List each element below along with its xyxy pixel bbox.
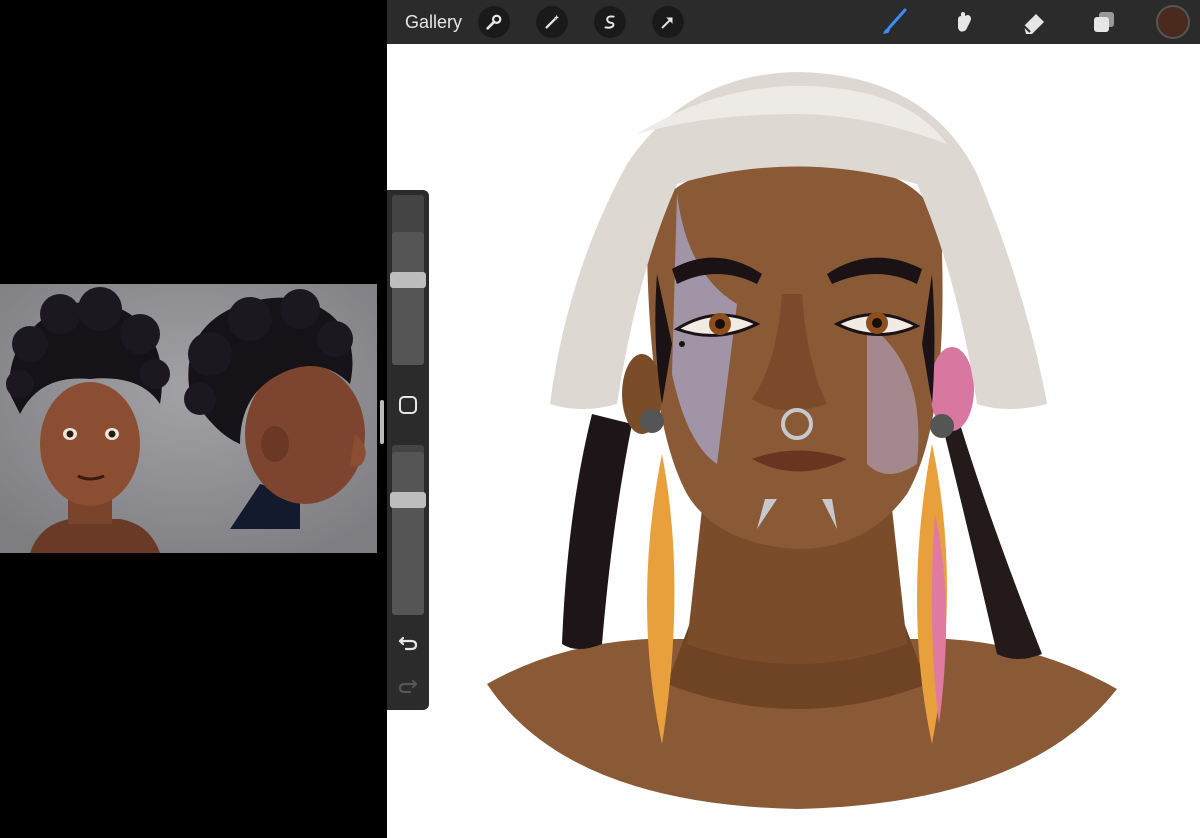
color-picker-button[interactable]	[1156, 5, 1190, 39]
brush-size-fill	[392, 232, 424, 365]
reference-image	[0, 284, 377, 553]
magic-wand-icon	[545, 14, 560, 29]
brush-icon	[883, 8, 907, 34]
adjustments-button[interactable]	[536, 6, 569, 38]
layers-button[interactable]	[1086, 4, 1122, 40]
selection-icon	[604, 15, 615, 29]
split-view-left-pane	[0, 0, 387, 838]
brush-tool-button[interactable]	[876, 4, 912, 40]
sidebar-grip-handle[interactable]	[380, 400, 384, 444]
opacity-slider[interactable]	[392, 445, 424, 615]
layers-icon	[1094, 12, 1114, 32]
actions-button[interactable]	[478, 6, 511, 38]
drawing-canvas[interactable]	[387, 44, 1200, 838]
opacity-handle[interactable]	[390, 492, 426, 508]
redo-icon	[398, 679, 418, 694]
undo-button[interactable]	[396, 630, 420, 654]
brush-size-handle[interactable]	[390, 272, 426, 288]
tool-group	[876, 0, 1200, 44]
redo-button[interactable]	[396, 673, 420, 697]
gallery-button[interactable]: Gallery	[405, 12, 462, 33]
square-icon	[399, 396, 417, 414]
smudge-icon	[958, 12, 971, 32]
eraser-tool-button[interactable]	[1016, 4, 1052, 40]
wrench-icon	[486, 14, 502, 30]
modify-button[interactable]	[398, 395, 418, 415]
undo-icon	[398, 636, 418, 651]
transform-button[interactable]	[652, 6, 685, 38]
eraser-icon	[1023, 14, 1044, 34]
top-toolbar: Gallery	[387, 0, 1200, 44]
selection-button[interactable]	[594, 6, 627, 38]
sidebar-panel	[380, 190, 429, 710]
smudge-tool-button[interactable]	[946, 4, 982, 40]
opacity-fill	[392, 452, 424, 615]
transform-arrow-icon	[661, 17, 673, 29]
